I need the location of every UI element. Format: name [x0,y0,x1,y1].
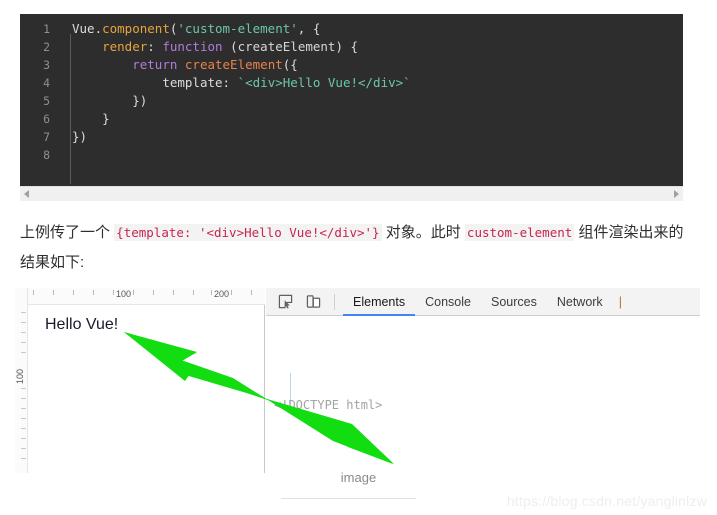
device-toolbar-icon[interactable] [300,291,326,313]
code-line-content: }) [72,93,148,108]
vertical-ruler: 100 [15,288,28,473]
tab-sources[interactable]: Sources [481,288,547,316]
browser-preview-pane: 100 200 100 Hello Vue! [15,288,265,473]
line-number: 3 [43,58,50,72]
device-toolbar-glyph [306,295,320,308]
line-number: 7 [43,130,50,144]
line-number: 4 [43,76,50,90]
code-line: 7 }) [20,128,683,146]
line-number: 2 [43,40,50,54]
inspect-element-glyph [278,294,292,309]
line-number: 5 [43,94,50,108]
figure-caption: image [340,470,377,485]
tab-network[interactable]: Network [547,288,613,316]
line-number: 6 [43,112,50,126]
page-root: 1 Vue.component('custom-element', { 2 re… [0,0,717,515]
code-line: 1 Vue.component('custom-element', { [20,20,683,38]
toolbar-divider [334,293,335,310]
code-line-content: }) [72,129,88,144]
ruler-label-100: 100 [116,289,132,299]
code-line: 8 [20,146,683,164]
scroll-right-arrow-icon[interactable] [674,190,679,198]
code-block: 1 Vue.component('custom-element', { 2 re… [20,14,683,186]
paragraph-segment-1: 上例传了一个 [20,224,115,241]
code-line: 4 template: `<div>Hello Vue!</div>` [20,74,683,92]
tab-overflow-clipped[interactable]: | [613,288,625,316]
code-line: 3 return createElement({ [20,56,683,74]
dom-tree: <!DOCTYPE html> <html lang="en" class=" … [266,316,700,473]
code-line: 5 }) [20,92,683,110]
paragraph-segment-2: 对象。此时 [381,224,465,241]
devtools-panel: Elements Console Sources Network | <!DOC… [266,288,700,473]
site-watermark: https://blog.csdn.net/yanglinlzw [506,493,707,509]
code-line: 6 } [20,110,683,128]
inspect-element-icon[interactable] [272,291,298,313]
caption-underline [281,498,416,499]
rendered-hello-vue-text: Hello Vue! [45,316,119,333]
horizontal-ruler: 100 200 [15,288,265,305]
inline-code-custom-element: custom-element [464,224,575,241]
code-line-content: } [72,111,110,126]
inline-code-template: {template: '<div>Hello Vue!</div>'} [114,224,382,241]
tab-console[interactable]: Console [415,288,481,316]
code-line-content: Vue.component('custom-element', { [72,21,321,36]
ruler-label-200: 200 [214,289,230,299]
code-line-content: render: function (createElement) { [102,39,359,54]
devtools-toolbar: Elements Console Sources Network | [266,288,700,316]
code-rows: 1 Vue.component('custom-element', { 2 re… [20,14,683,164]
dom-node-doctype[interactable]: <!DOCTYPE html> [266,396,700,415]
code-line: 2 render: function (createElement) { [20,38,683,56]
line-number: 8 [43,148,50,162]
doctype-text: <!DOCTYPE html> [274,398,383,412]
code-line-content: return createElement({ [132,57,298,72]
body-paragraph: 上例传了一个 {template: '<div>Hello Vue!</div>… [20,218,690,278]
line-number: 1 [43,22,50,36]
scroll-left-arrow-icon[interactable] [24,190,29,198]
code-gutter-divider [70,34,71,184]
code-line-content: template: `<div>Hello Vue!</div>` [162,75,411,90]
embedded-screenshot: 100 200 100 Hello Vue! Elements Console … [15,288,700,473]
ruler-tick-100 [113,290,114,295]
code-horizontal-scrollbar[interactable] [20,186,683,201]
tab-elements[interactable]: Elements [343,288,416,316]
ruler-tick-200 [211,290,212,295]
ruler-label-v-100: 100 [15,368,25,384]
